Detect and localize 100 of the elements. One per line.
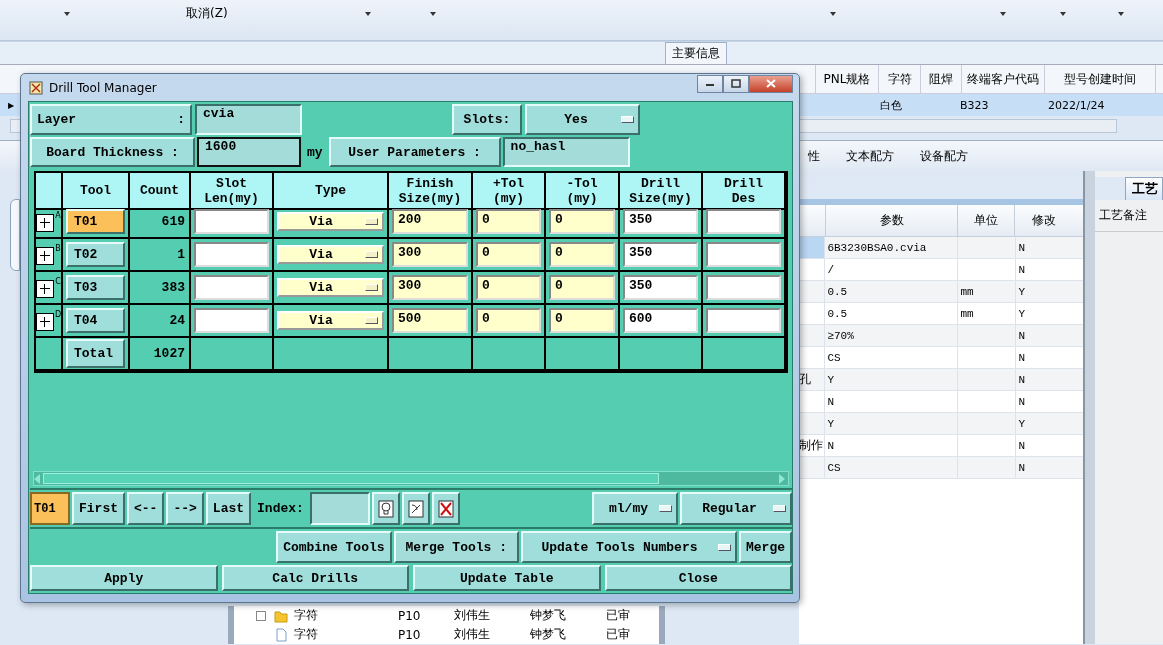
- drill-size-field[interactable]: 350: [623, 275, 698, 300]
- maximize-button[interactable]: [723, 74, 749, 93]
- dropdown-arrow-icon[interactable]: [64, 12, 70, 16]
- tool-button[interactable]: T01: [66, 209, 125, 234]
- table-row[interactable]: 0.5 mm Y: [799, 281, 1084, 303]
- minus-tolerance-field[interactable]: 0: [549, 209, 615, 234]
- table-row[interactable]: ≥70% N: [799, 325, 1084, 347]
- dropdown-arrow-icon[interactable]: [830, 12, 836, 16]
- column-header: Type: [274, 173, 389, 210]
- dropdown-arrow-icon[interactable]: [1060, 12, 1066, 16]
- column-header[interactable]: 字符: [879, 65, 921, 93]
- tab[interactable]: 性: [808, 147, 820, 165]
- thickness-field[interactable]: 1600: [197, 137, 301, 167]
- folder-icon: [274, 608, 288, 623]
- expand-icon[interactable]: [36, 279, 55, 298]
- type-dropdown[interactable]: Via: [277, 245, 384, 264]
- section-tab[interactable]: 主要信息: [665, 42, 727, 64]
- drill-description-field[interactable]: [706, 242, 781, 267]
- layer-field[interactable]: cvia: [195, 104, 302, 135]
- type-dropdown[interactable]: Via: [277, 212, 384, 231]
- delete-button[interactable]: [431, 492, 460, 525]
- count-cell: 619: [130, 206, 191, 239]
- table-row[interactable]: CS N: [799, 457, 1084, 479]
- nav-button[interactable]: Last: [205, 492, 252, 525]
- type-dropdown[interactable]: Via: [277, 311, 384, 330]
- finish-size-field[interactable]: 500: [392, 308, 468, 333]
- tool-button[interactable]: T04: [66, 308, 125, 333]
- layer-button[interactable]: Layer :: [30, 104, 192, 135]
- slot-length-field[interactable]: [194, 242, 269, 267]
- table-cell: CS: [824, 457, 958, 478]
- user-parameters-button[interactable]: User Parameters :: [328, 137, 501, 167]
- merge-option-dropdown[interactable]: Update Tools Numbers: [521, 531, 737, 563]
- hint-button[interactable]: [371, 492, 400, 525]
- drill-description-field[interactable]: [706, 308, 781, 333]
- slot-length-field[interactable]: [194, 308, 269, 333]
- expand-icon[interactable]: [36, 213, 55, 232]
- action-button[interactable]: Calc Drills: [221, 565, 409, 591]
- refresh-button[interactable]: [401, 492, 430, 525]
- drill-size-field[interactable]: 350: [623, 242, 698, 267]
- tab[interactable]: 设备配方: [920, 147, 968, 165]
- slots-dropdown[interactable]: Yes: [525, 104, 640, 135]
- plus-tolerance-field[interactable]: 0: [476, 308, 541, 333]
- finish-size-field[interactable]: 300: [392, 242, 468, 267]
- tree-item[interactable]: 字符: [294, 607, 398, 624]
- expand-icon[interactable]: [36, 246, 55, 265]
- minimize-button[interactable]: [697, 74, 723, 93]
- combine-tools-button[interactable]: Combine Tools: [276, 531, 392, 563]
- plus-tolerance-field[interactable]: 0: [476, 242, 541, 267]
- index-field[interactable]: [309, 492, 370, 525]
- dropdown-arrow-icon[interactable]: [365, 12, 371, 16]
- column-header[interactable]: 单位: [957, 205, 1015, 236]
- type-dropdown[interactable]: Via: [277, 278, 384, 297]
- column-header[interactable]: PNL规格: [816, 65, 879, 93]
- nav-button[interactable]: First: [72, 492, 125, 525]
- column-header[interactable]: 阻焊: [921, 65, 962, 93]
- tool-button[interactable]: T02: [66, 242, 125, 267]
- slot-length-field[interactable]: [194, 209, 269, 234]
- tree-item[interactable]: 字符: [294, 626, 398, 643]
- table-row[interactable]: 6B3230BSA0.cvia N: [799, 237, 1084, 259]
- column-header[interactable]: 修改: [1014, 205, 1074, 236]
- plus-tolerance-field[interactable]: 0: [476, 275, 541, 300]
- action-button[interactable]: Close: [604, 565, 792, 591]
- drill-size-field[interactable]: 600: [623, 308, 698, 333]
- plus-tolerance-field[interactable]: 0: [476, 209, 541, 234]
- minus-tolerance-field[interactable]: 0: [549, 275, 615, 300]
- finish-size-field[interactable]: 200: [392, 209, 468, 234]
- expand-icon[interactable]: [35, 312, 54, 331]
- close-button[interactable]: [749, 74, 793, 93]
- dropdown-arrow-icon[interactable]: [1000, 12, 1006, 16]
- nav-button[interactable]: <--: [127, 492, 165, 525]
- column-header[interactable]: 型号创建时间: [1045, 65, 1156, 93]
- delete-icon: [437, 499, 454, 518]
- user-parameters-field[interactable]: no_hasl: [502, 137, 630, 167]
- side-tab[interactable]: [10, 199, 20, 271]
- dropdown-arrow-icon[interactable]: [1118, 12, 1124, 16]
- drill-description-field[interactable]: [706, 209, 781, 234]
- units-dropdown[interactable]: ml/my: [592, 492, 678, 525]
- panel-tab[interactable]: 工艺: [1125, 177, 1163, 200]
- row-label: 孔: [799, 371, 813, 388]
- table-row[interactable]: 孔 Y N: [799, 369, 1084, 391]
- collapse-toggle-icon[interactable]: [256, 610, 266, 621]
- nav-button[interactable]: -->: [166, 492, 204, 525]
- tab[interactable]: 文本配方: [846, 147, 894, 165]
- column-header[interactable]: 参数: [825, 205, 958, 236]
- minus-tolerance-field[interactable]: 0: [549, 308, 615, 333]
- drill-size-field[interactable]: 350: [623, 209, 698, 234]
- horizontal-scrollbar[interactable]: [33, 471, 789, 486]
- action-button[interactable]: Apply: [30, 565, 218, 591]
- drill-description-field[interactable]: [706, 275, 781, 300]
- action-button[interactable]: Update Table: [413, 565, 601, 591]
- toolbar-menu-item[interactable]: 取消(Z): [186, 5, 228, 22]
- mode-dropdown[interactable]: Regular: [680, 492, 792, 525]
- table-row[interactable]: Y Y: [799, 413, 1084, 435]
- column-header[interactable]: 终端客户代码: [962, 65, 1045, 93]
- tool-button[interactable]: T03: [66, 275, 125, 300]
- merge-button[interactable]: Merge: [739, 531, 792, 563]
- minus-tolerance-field[interactable]: 0: [549, 242, 615, 267]
- dropdown-arrow-icon[interactable]: [430, 12, 436, 16]
- finish-size-field[interactable]: 300: [392, 275, 468, 300]
- slot-length-field[interactable]: [194, 275, 269, 300]
